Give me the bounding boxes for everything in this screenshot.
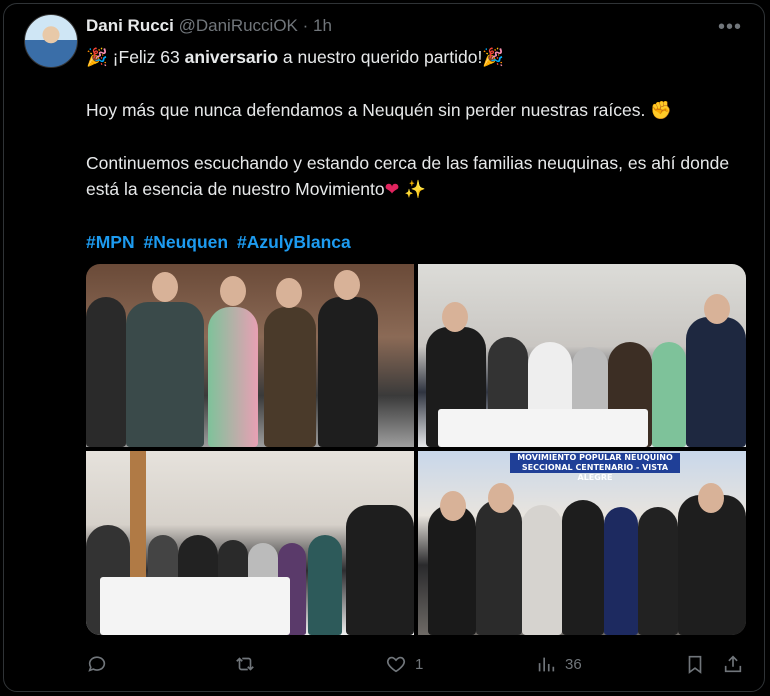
tweet-line-1: 🎉 ¡Feliz 63 aniversario a nuestro querid…: [86, 44, 736, 70]
photo-group-applauding[interactable]: [86, 451, 414, 635]
retweet-icon: [236, 657, 254, 671]
sign-text-line-1: MOVIMIENTO POPULAR NEUQUINO: [517, 453, 673, 462]
raised-fist-emoji-icon: ✊: [650, 100, 673, 120]
party-emoji-icon: 🎉: [86, 47, 108, 67]
tweet-actions: 1 36: [86, 650, 746, 680]
line2-text: Hoy más que nunca defendamos a Neuquén s…: [86, 100, 646, 120]
photo-group-brick-wall[interactable]: [86, 264, 414, 447]
retweet-button[interactable]: [234, 650, 264, 678]
line1-bold-text: aniversario: [184, 47, 279, 67]
sign-board: MOVIMIENTO POPULAR NEUQUINO SECCIONAL CE…: [510, 453, 680, 482]
photo-group-cake-table[interactable]: [418, 264, 746, 447]
author-avatar[interactable]: [24, 14, 78, 68]
tweet-header: Dani Rucci @DaniRucciOK · 1h: [86, 16, 332, 36]
party-emoji-icon: 🎉: [482, 47, 505, 67]
media-grid: MOVIMIENTO POPULAR NEUQUINO SECCIONAL CE…: [86, 264, 746, 635]
heart-emoji-icon: ❤: [384, 179, 400, 199]
author-handle[interactable]: @DaniRucciOK: [179, 16, 298, 35]
hashtag-link[interactable]: #Neuquen: [144, 232, 229, 252]
views-count: 36: [565, 655, 582, 673]
share-icon: [724, 655, 742, 673]
bookmark-button[interactable]: [684, 650, 706, 678]
more-options-icon[interactable]: •••: [718, 16, 742, 39]
tweet-line-3: Continuemos escuchando y estando cerca d…: [86, 150, 736, 202]
separator-dot: ·: [302, 16, 309, 35]
sparkles-emoji-icon: ✨: [404, 179, 426, 199]
hashtags: #MPN #Neuquen #AzulyBlanca: [86, 229, 736, 255]
reply-button[interactable]: [86, 650, 116, 678]
tweet-time[interactable]: 1h: [313, 16, 332, 35]
share-button[interactable]: [722, 650, 744, 678]
tweet-line-2: Hoy más que nunca defendamos a Neuquén s…: [86, 97, 736, 123]
heart-icon: [386, 656, 406, 673]
hashtag-link[interactable]: #AzulyBlanca: [237, 232, 351, 252]
reply-icon: [88, 656, 106, 672]
views-chart-icon: [538, 657, 555, 672]
hashtag-link[interactable]: #MPN: [86, 232, 135, 252]
photo-group-outdoor-sign[interactable]: MOVIMIENTO POPULAR NEUQUINO SECCIONAL CE…: [418, 451, 746, 635]
line1-text: ¡Feliz 63: [112, 47, 185, 67]
views-button[interactable]: 36: [535, 650, 582, 678]
author-name[interactable]: Dani Rucci: [86, 16, 174, 35]
sign-text-line-2: SECCIONAL CENTENARIO - VISTA ALEGRE: [521, 463, 669, 482]
like-button[interactable]: 1: [385, 650, 423, 678]
like-count: 1: [415, 655, 424, 673]
tweet-text: 🎉 ¡Feliz 63 aniversario a nuestro querid…: [86, 44, 736, 282]
bookmark-icon: [688, 655, 702, 674]
line1-end-text: a nuestro querido partido!: [278, 47, 483, 67]
